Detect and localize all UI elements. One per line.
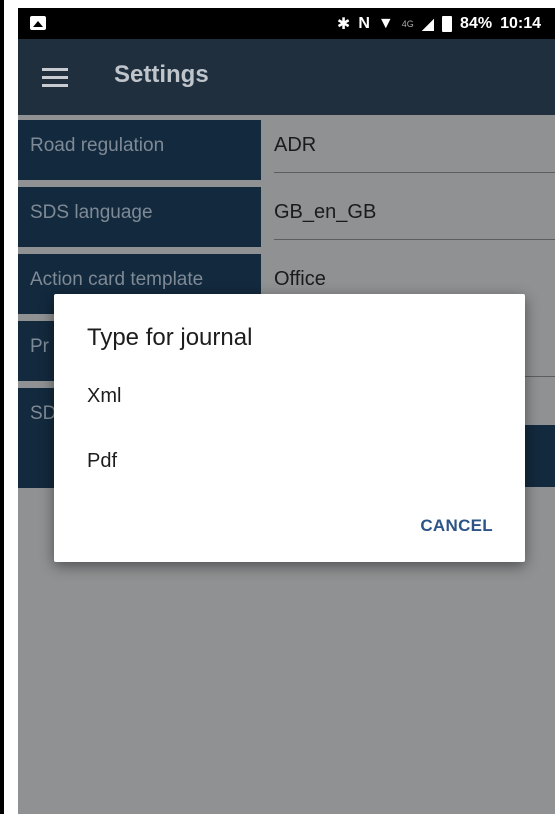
image-notification-icon <box>30 16 46 30</box>
cancel-button[interactable]: CANCEL <box>420 516 493 536</box>
battery-icon <box>442 16 453 32</box>
network-type-label: 4G <box>401 19 414 29</box>
status-bar: ✱ N ▼ 4G ◢ 84% 10:14 <box>18 8 555 39</box>
dialog-title: Type for journal <box>87 324 253 351</box>
clock: 10:14 <box>500 15 541 32</box>
wifi-icon: ▼ <box>377 15 394 32</box>
phone-screen: ✱ N ▼ 4G ◢ 84% 10:14 Settings Road regul… <box>18 8 555 814</box>
signal-icon: ◢ <box>421 16 435 33</box>
type-for-journal-dialog: Type for journal Xml Pdf CANCEL <box>54 294 525 562</box>
bluetooth-icon: ✱ <box>336 16 351 33</box>
battery-percent: 84% <box>460 15 493 32</box>
left-border <box>0 0 4 814</box>
option-pdf[interactable]: Pdf <box>87 450 117 473</box>
option-xml[interactable]: Xml <box>87 385 121 408</box>
nfc-icon: N <box>358 15 370 32</box>
status-right: ✱ N ▼ 4G ◢ 84% 10:14 <box>337 14 541 34</box>
device-frame: ✱ N ▼ 4G ◢ 84% 10:14 Settings Road regul… <box>0 0 555 814</box>
